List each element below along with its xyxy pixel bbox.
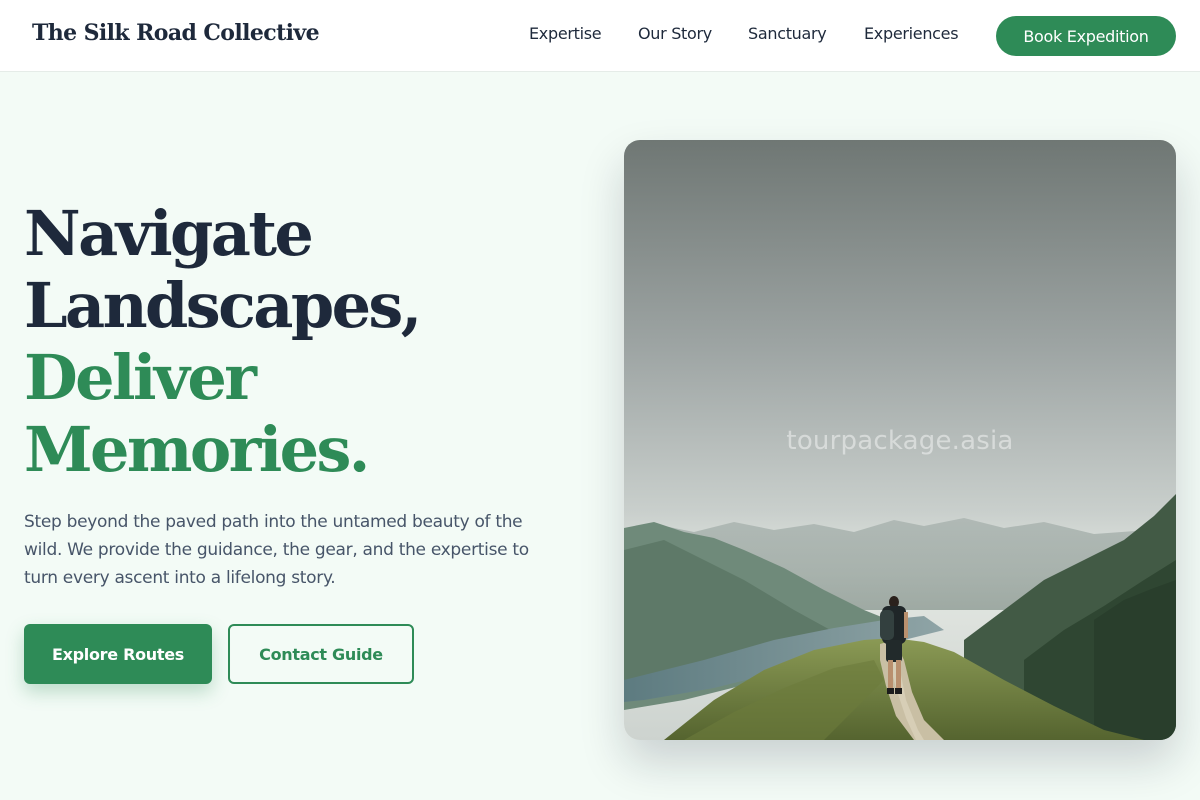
headline-accent-line-2: Memories. [24,413,370,486]
nav-link-expertise[interactable]: Expertise [529,24,602,43]
hero-headline: Navigate Landscapes, Deliver Memories. [24,197,422,486]
explore-routes-button[interactable]: Explore Routes [24,624,212,684]
image-watermark: tourpackage.asia [786,426,1014,456]
site-header: The Silk Road Collective Expertise Our S… [0,0,1200,72]
headline-line-1: Navigate [24,197,314,270]
hero-description: Step beyond the paved path into the unta… [24,512,529,588]
nav-link-sanctuary[interactable]: Sanctuary [748,24,827,43]
contact-guide-button[interactable]: Contact Guide [228,624,414,684]
hero-image: tourpackage.asia [624,140,1176,740]
nav-link-our-story[interactable]: Our Story [638,24,712,43]
headline-line-2: Landscapes, [24,269,422,342]
headline-accent-line-1: Deliver [24,341,257,414]
book-expedition-button[interactable]: Book Expedition [996,16,1176,56]
nav-link-experiences[interactable]: Experiences [864,24,959,43]
site-logo[interactable]: The Silk Road Collective [32,20,320,46]
